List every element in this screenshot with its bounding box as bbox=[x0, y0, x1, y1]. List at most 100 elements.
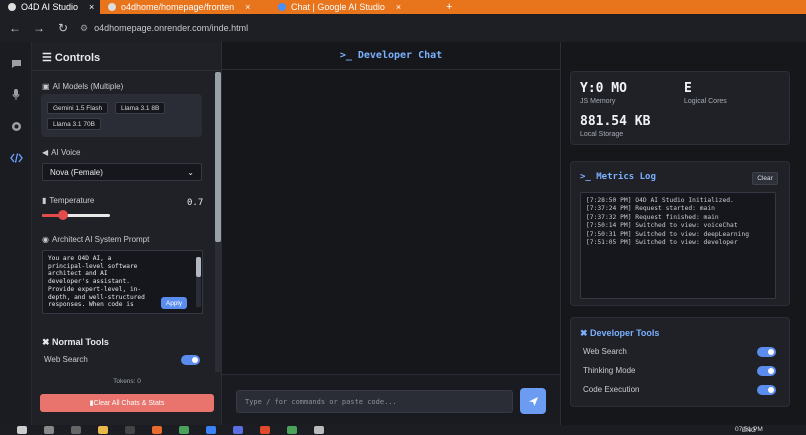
temperature-label: ▮ Temperature bbox=[42, 196, 95, 205]
tab-close-icon[interactable]: × bbox=[89, 2, 94, 12]
models-selector: Gemini 1.5 Flash Llama 3.1 8B Llama 3.1 … bbox=[41, 94, 202, 137]
metrics-log-card: >_ Metrics Log Clear [7:28:50 PM] O4D AI… bbox=[570, 161, 790, 306]
local-storage-value: 881.54 KB bbox=[580, 114, 651, 129]
divider bbox=[32, 70, 222, 71]
url-text: o4dhomepage.onrender.com/inde.html bbox=[94, 23, 249, 33]
brave-icon[interactable] bbox=[260, 426, 270, 434]
browser-tab-google-ai-studio[interactable]: Chat | Google AI Studio × bbox=[270, 0, 440, 14]
tab-favicon-icon bbox=[8, 3, 16, 11]
tab-label: o4dhome/homepage/fronten bbox=[121, 2, 235, 12]
tab-close-icon[interactable]: × bbox=[245, 2, 250, 12]
vscode-icon[interactable] bbox=[206, 426, 216, 434]
forward-button[interactable]: → bbox=[32, 21, 46, 35]
new-tab-button[interactable]: + bbox=[440, 0, 458, 14]
developer-tools-card: ✖ Developer Tools Web Search Thinking Mo… bbox=[570, 317, 790, 407]
metrics-log-output[interactable]: [7:28:50 PM] O4D AI Studio Initialized.[… bbox=[580, 192, 776, 299]
windows-start-icon[interactable] bbox=[17, 426, 27, 434]
thinking-mode-label: Thinking Mode bbox=[583, 366, 636, 375]
file-explorer-icon[interactable] bbox=[98, 426, 108, 434]
log-line: [7:50:31 PM] Switched to view: deepLearn… bbox=[586, 230, 750, 238]
chat-view-button[interactable] bbox=[6, 54, 26, 74]
chat-composer: Type / for commands or paste code... bbox=[222, 374, 560, 425]
os-taskbar: ENG 07:51 PM bbox=[0, 425, 806, 435]
terminal-icon[interactable] bbox=[125, 426, 135, 434]
thinking-mode-toggle[interactable] bbox=[757, 366, 776, 376]
clear-metrics-button[interactable]: Clear bbox=[752, 172, 778, 185]
apply-prompt-button[interactable]: Apply bbox=[161, 297, 187, 309]
stats-panel: Y:0 MO JS Memory E Logical Cores 881.54 … bbox=[560, 42, 806, 425]
temperature-slider[interactable] bbox=[42, 210, 110, 220]
developer-view-button[interactable] bbox=[6, 148, 26, 168]
local-storage-label: Local Storage bbox=[580, 131, 624, 138]
code-icon bbox=[9, 153, 23, 163]
browser-tab-o4d-ai-studio[interactable]: O4D AI Studio × bbox=[0, 0, 100, 14]
github-icon bbox=[108, 3, 116, 11]
chat-icon bbox=[11, 60, 21, 68]
clear-all-button[interactable]: ▮ Clear All Chats & Stats bbox=[40, 394, 214, 412]
chrome-icon[interactable] bbox=[179, 426, 189, 434]
js-memory-value: Y:0 MO bbox=[580, 81, 627, 96]
send-button[interactable] bbox=[520, 388, 546, 414]
deep-learning-view-button[interactable] bbox=[6, 116, 26, 136]
temperature-slider-knob[interactable] bbox=[58, 210, 69, 220]
model-chip-gemini[interactable]: Gemini 1.5 Flash bbox=[47, 102, 109, 114]
metrics-log-title: >_ Metrics Log bbox=[580, 172, 656, 182]
browser-tab-github[interactable]: o4dhome/homepage/fronten × bbox=[100, 0, 270, 14]
controls-scrollbar-thumb[interactable] bbox=[215, 72, 221, 242]
developer-tools-title: ✖ Developer Tools bbox=[580, 328, 660, 338]
thermometer-icon: ▮ bbox=[42, 196, 47, 205]
chevron-down-icon: ⌄ bbox=[187, 167, 194, 177]
app-icon[interactable] bbox=[233, 426, 243, 434]
controls-scrollbar[interactable] bbox=[215, 72, 221, 372]
dev-web-search-toggle[interactable] bbox=[757, 347, 776, 357]
robot-icon: ◉ bbox=[42, 235, 49, 244]
voice-view-button[interactable] bbox=[6, 84, 26, 104]
address-bar: ← → ↻ ⚙ o4dhomepage.onrender.com/inde.ht… bbox=[0, 14, 806, 42]
system-prompt-label: ◉ Architect AI System Prompt bbox=[42, 235, 150, 244]
sliders-icon: ☰ bbox=[42, 52, 55, 64]
tools-icon: ✖ bbox=[42, 337, 53, 347]
google-icon bbox=[278, 3, 286, 11]
voice-label: ◀ AI Voice bbox=[42, 148, 81, 157]
model-chip-llama-70b[interactable]: Llama 3.1 70B bbox=[47, 118, 101, 130]
logical-cores-value: E bbox=[684, 81, 692, 96]
chip-icon: ▣ bbox=[42, 82, 50, 91]
code-execution-label: Code Execution bbox=[583, 385, 640, 394]
logical-cores-label: Logical Cores bbox=[684, 98, 727, 105]
taskbar-clock[interactable]: 07:51 PM bbox=[735, 425, 763, 435]
reload-button[interactable]: ↻ bbox=[56, 21, 70, 35]
code-execution-toggle[interactable] bbox=[757, 385, 776, 395]
model-chip-llama-8b[interactable]: Llama 3.1 8B bbox=[115, 102, 166, 114]
task-view-icon[interactable] bbox=[71, 426, 81, 434]
url-field[interactable]: ⚙ o4dhomepage.onrender.com/inde.html bbox=[80, 18, 798, 38]
brain-icon bbox=[11, 121, 21, 131]
prompt-scrollbar[interactable] bbox=[196, 257, 201, 307]
system-stats-card: Y:0 MO JS Memory E Logical Cores 881.54 … bbox=[570, 71, 790, 145]
back-button[interactable]: ← bbox=[8, 21, 22, 35]
send-icon bbox=[528, 396, 538, 406]
developer-chat-panel: >_ Developer Chat Type / for commands or… bbox=[222, 42, 560, 425]
chat-input[interactable]: Type / for commands or paste code... bbox=[236, 390, 513, 413]
chrome-profile-icon[interactable] bbox=[287, 426, 297, 434]
site-info-icon[interactable]: ⚙ bbox=[80, 23, 88, 34]
log-line: [7:37:32 PM] Request finished: main bbox=[586, 213, 719, 221]
temperature-value: 0.7 bbox=[187, 198, 204, 208]
microphone-icon bbox=[12, 88, 20, 100]
controls-scroll-area[interactable]: ▣ AI Models (Multiple) Gemini 1.5 Flash L… bbox=[32, 72, 214, 372]
voice-select[interactable]: Nova (Female) ⌄ bbox=[42, 163, 202, 181]
tab-close-icon[interactable]: × bbox=[396, 2, 401, 12]
controls-panel: ☰ Controls ▣ AI Models (Multiple) Gemini … bbox=[32, 42, 222, 425]
token-counter: Tokens: 0 bbox=[113, 378, 141, 385]
prompt-scrollbar-thumb[interactable] bbox=[196, 257, 201, 277]
web-search-label: Web Search bbox=[44, 355, 88, 364]
normal-tools-title: ✖ Normal Tools bbox=[42, 337, 109, 347]
web-search-toggle[interactable] bbox=[181, 355, 200, 365]
app-icon[interactable] bbox=[314, 426, 324, 434]
controls-title: ☰ Controls bbox=[42, 52, 101, 64]
search-icon[interactable] bbox=[44, 426, 54, 434]
chat-title: >_ Developer Chat bbox=[222, 42, 560, 70]
browser-tab-strip: O4D AI Studio × o4dhome/homepage/fronten… bbox=[0, 0, 806, 14]
activity-rail bbox=[0, 42, 32, 425]
firefox-icon[interactable] bbox=[152, 426, 162, 434]
log-line: [7:50:14 PM] Switched to view: voiceChat bbox=[586, 222, 738, 230]
